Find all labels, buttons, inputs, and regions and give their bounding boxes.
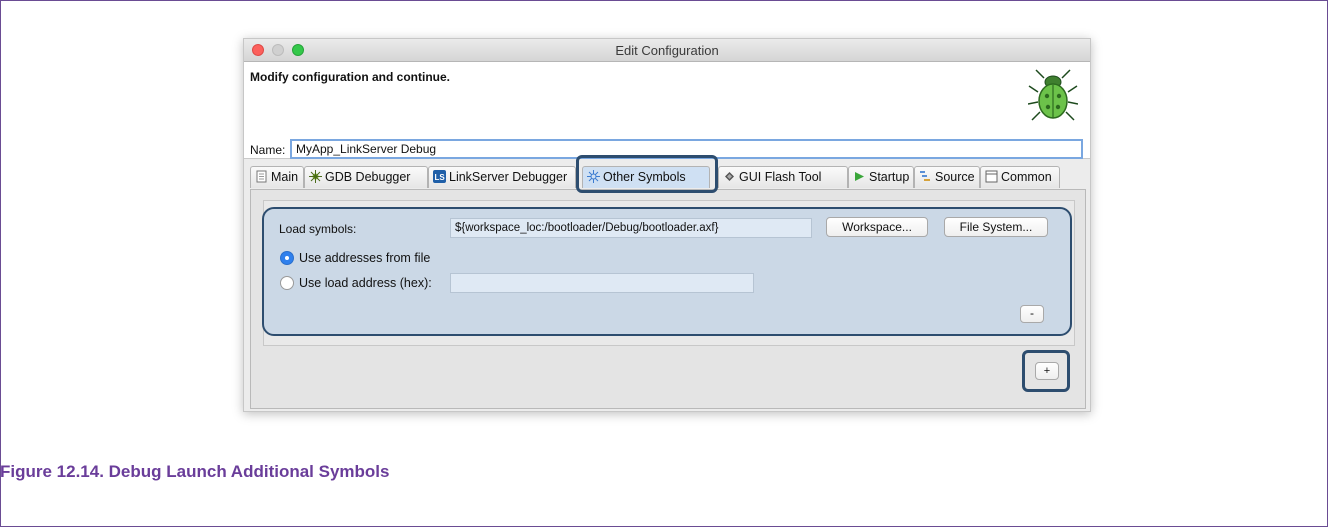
tab-gdb-debugger[interactable]: GDB Debugger: [304, 166, 428, 188]
remove-symbol-button[interactable]: -: [1020, 305, 1044, 323]
tab-source[interactable]: Source: [914, 166, 980, 188]
svg-text:LS: LS: [435, 173, 446, 182]
title-bar: Edit Configuration: [244, 39, 1090, 62]
window-title: Edit Configuration: [615, 43, 719, 58]
load-symbols-label: Load symbols:: [279, 222, 357, 236]
tab-startup[interactable]: Startup: [848, 166, 914, 188]
tab-label: GDB Debugger: [325, 170, 411, 184]
banner-message: Modify configuration and continue.: [250, 70, 450, 84]
symbol-path-field[interactable]: ${workspace_loc:/bootloader/Debug/bootlo…: [450, 218, 812, 238]
play-icon: [855, 172, 864, 181]
figure-caption: Figure 12.14. Debug Launch Additional Sy…: [0, 462, 390, 481]
document-icon: [256, 170, 267, 183]
add-button-highlight: [1022, 350, 1070, 392]
tab-label: LinkServer Debugger: [449, 170, 568, 184]
tab-label: Common: [1001, 170, 1052, 184]
tab-common[interactable]: Common: [980, 166, 1060, 188]
other-symbols-highlight: [576, 155, 718, 193]
name-label: Name:: [250, 143, 286, 157]
tab-label: Main: [271, 170, 299, 184]
ls-icon: LS: [433, 170, 446, 183]
use-addresses-from-file-radio[interactable]: [280, 251, 294, 265]
tab-label: Source: [935, 170, 975, 184]
tab-gui-flash-tool[interactable]: GUI Flash Tool: [718, 166, 848, 188]
chip-icon: [725, 172, 734, 181]
debug-bug-icon: [1028, 69, 1078, 121]
tab-linkserver-debugger[interactable]: LS LinkServer Debugger: [428, 166, 576, 188]
tab-label: Startup: [869, 170, 910, 184]
file-system-button[interactable]: File System...: [944, 217, 1048, 237]
window-icon: [985, 170, 998, 183]
use-load-address-radio[interactable]: [280, 276, 294, 290]
use-load-address-label: Use load address (hex):: [299, 276, 432, 290]
workspace-button[interactable]: Workspace...: [826, 217, 928, 237]
use-addresses-from-file-label: Use addresses from file: [299, 251, 431, 265]
load-address-input[interactable]: [450, 273, 754, 293]
bug-star-icon: [309, 170, 322, 183]
source-icon: [920, 171, 930, 181]
tab-main[interactable]: Main: [250, 166, 304, 188]
tab-label: GUI Flash Tool: [739, 170, 822, 184]
